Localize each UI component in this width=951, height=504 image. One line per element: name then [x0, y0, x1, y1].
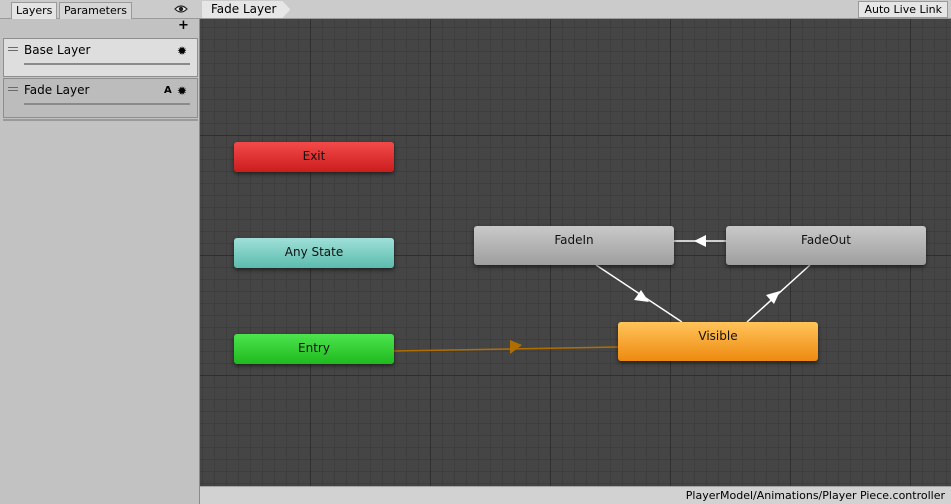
layer-weight-bar	[24, 63, 190, 65]
layer-name: Fade Layer	[24, 83, 90, 97]
auto-live-link-button[interactable]: Auto Live Link	[858, 1, 948, 18]
state-visible[interactable]: Visible	[618, 322, 818, 361]
transition-entry-visible[interactable]	[393, 346, 619, 352]
state-machine-graph[interactable]: Exit Any State Entry FadeIn FadeOut Visi…	[200, 19, 951, 486]
tab-layers[interactable]: Layers	[11, 2, 58, 19]
divider	[3, 119, 198, 121]
state-entry[interactable]: Entry	[234, 334, 394, 364]
asset-path: PlayerModel/Animations/Player Piece.cont…	[685, 489, 945, 502]
graph-toolbar: Fade Layer Auto Live Link	[200, 0, 951, 19]
gear-icon[interactable]: ✹	[177, 45, 187, 57]
drag-handle-icon[interactable]	[8, 87, 18, 91]
state-exit[interactable]: Exit	[234, 142, 394, 172]
state-any-state[interactable]: Any State	[234, 238, 394, 268]
state-fadeout[interactable]: FadeOut	[726, 226, 926, 265]
additive-badge: A	[164, 85, 172, 96]
gear-icon[interactable]: ✹	[177, 85, 187, 97]
layers-panel: Layers Parameters + Base Layer ✹ Fade La…	[0, 0, 200, 504]
status-bar: PlayerModel/Animations/Player Piece.cont…	[200, 486, 951, 504]
layer-item-fade-layer[interactable]: Fade Layer A ✹	[3, 78, 198, 118]
transition-arrow-icon	[694, 235, 706, 247]
add-layer-button[interactable]: +	[178, 19, 189, 33]
tab-parameters[interactable]: Parameters	[59, 2, 132, 19]
eye-icon[interactable]	[174, 3, 188, 15]
layer-name: Base Layer	[24, 43, 91, 57]
layer-item-base-layer[interactable]: Base Layer ✹	[3, 38, 198, 77]
layer-weight-bar	[24, 103, 190, 105]
breadcrumb[interactable]: Fade Layer	[202, 1, 290, 18]
drag-handle-icon[interactable]	[8, 47, 18, 51]
panel-tab-bar: Layers Parameters	[0, 0, 200, 19]
transition-arrow-icon	[510, 340, 522, 354]
state-fadein[interactable]: FadeIn	[474, 226, 674, 265]
